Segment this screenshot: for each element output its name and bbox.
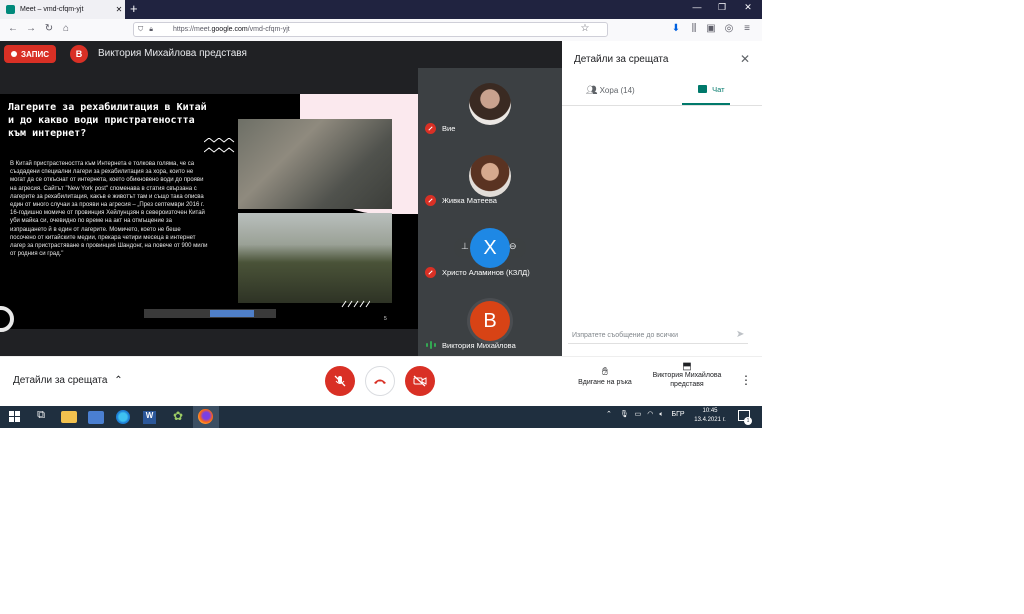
menu-icon[interactable]: ≡ (740, 20, 754, 38)
new-tab-button[interactable]: + (130, 2, 138, 16)
avatar: В (470, 301, 510, 341)
record-label: ЗАПИС (21, 49, 49, 59)
presenter-text: Виктория Михайлова представя (98, 48, 247, 59)
home-icon[interactable]: ⌂ (59, 20, 73, 38)
avatar (469, 155, 511, 197)
participant-name: Виктория Михайлова (442, 341, 516, 350)
edge-icon[interactable] (116, 410, 130, 424)
tab-people[interactable]: 👥︎ Хора (14) (586, 85, 635, 96)
leave-call-button[interactable] (365, 366, 395, 396)
tab-people-label: Хора (14) (599, 86, 635, 95)
slide-title: Лагерите за рехабилитация в Китай и до к… (8, 102, 207, 139)
close-icon[interactable]: ✕ (740, 52, 750, 66)
participant-name: Христо Аламинов (КЗЛД) (442, 268, 530, 277)
send-icon[interactable]: ➤ (736, 329, 744, 340)
present-screen-icon: ⬒ (682, 361, 692, 372)
record-dot-icon (11, 51, 18, 57)
app-leaf-icon[interactable]: ✿ (170, 409, 186, 425)
tab-close-icon[interactable]: ✕ (113, 5, 125, 14)
chat-icon (698, 85, 707, 93)
pin-icon[interactable]: ⊥ (461, 241, 469, 252)
reload-icon[interactable]: ↻ (42, 20, 56, 38)
language-indicator[interactable]: БГР (671, 411, 684, 418)
camera-off-icon (413, 375, 427, 387)
shield-icon: ⛉ (138, 25, 144, 33)
participant-name: Живка Матеева (442, 196, 497, 205)
notification-badge: 1 (744, 417, 752, 425)
presenting-button[interactable]: ⬒ Виктория Михайлова представя (645, 362, 729, 389)
slide-photo-camp-1 (238, 119, 392, 209)
zigzag-decor-icon (204, 138, 235, 153)
network-icon[interactable]: ▭ (635, 411, 642, 418)
browser-tab[interactable]: Meet – vmd-cfqm-yjt ✕ (0, 0, 125, 19)
hang-up-icon (374, 379, 386, 384)
volume-icon[interactable]: 🔈︎ (659, 411, 663, 418)
people-icon: 👥︎ (586, 85, 598, 95)
tab-chat-label: Чат (712, 85, 725, 94)
audio-level-icon (426, 341, 436, 349)
minimize-button[interactable]: — (686, 2, 708, 12)
url-bar[interactable]: ⛉ 🔒︎ https://meet.google.com/vmd-cfqm-yj… (133, 22, 608, 37)
taskbar-clock[interactable]: 10:45 13.4.2021 г. (690, 407, 730, 425)
meeting-details-button[interactable]: Детайли за срещата ⌃ (13, 375, 123, 386)
tab-chat[interactable]: Чат (698, 85, 725, 94)
chat-input[interactable]: Изпратете съобщение до всички (568, 326, 748, 344)
tray-mic-icon[interactable]: 🎙︎ (620, 411, 629, 418)
clock-date: 13.4.2021 г. (694, 417, 726, 423)
close-window-button[interactable]: ✕ (737, 2, 759, 13)
remove-icon[interactable]: ⊖ (509, 241, 517, 252)
stripes-decor-icon (341, 300, 370, 308)
chevron-up-icon: ⌃ (114, 375, 123, 386)
mic-off-icon (425, 267, 436, 278)
hand-icon: ✋︎ (601, 366, 609, 378)
raise-hand-button[interactable]: ✋︎ Вдигане на ръка (574, 366, 636, 386)
avatar (469, 83, 511, 125)
clock-time: 10:45 (702, 408, 718, 414)
presenter-avatar: В (70, 45, 88, 63)
avatar: Х (470, 228, 510, 268)
participant-name: Вие (442, 124, 456, 133)
firefox-icon[interactable] (198, 409, 213, 424)
slide-photo-camp-2 (238, 213, 392, 303)
task-view-icon[interactable]: ⧉ (33, 409, 49, 425)
panel-title: Детайли за срещата (574, 54, 669, 65)
mic-off-icon (425, 195, 436, 206)
forward-icon[interactable]: → (24, 20, 38, 38)
file-explorer-icon[interactable] (61, 411, 77, 423)
windows-start-icon[interactable] (9, 411, 20, 422)
mic-off-icon (425, 123, 436, 134)
slide-page-number: 5 (384, 316, 387, 322)
meet-favicon-icon (6, 5, 15, 14)
system-tray: ⌃ 🎙︎ ▭ ◠ 🔈︎ БГР (606, 410, 685, 419)
tray-expand-icon[interactable]: ⌃ (606, 411, 612, 418)
extension-icon[interactable]: ◎ (722, 20, 736, 38)
lock-icon: 🔒︎ (149, 25, 153, 33)
library-icon[interactable]: ⫼ (687, 20, 701, 38)
back-icon[interactable]: ← (6, 20, 20, 38)
url-text: https://meet.google.com/vmd-cfqm-yjt (172, 26, 290, 33)
slide-share-toolbar (144, 309, 276, 318)
more-options-icon[interactable]: ⋮ (740, 373, 752, 387)
sidebar-icon[interactable]: ▣ (704, 20, 718, 38)
wifi-icon[interactable]: ◠ (647, 411, 653, 418)
app-icon[interactable] (88, 411, 104, 424)
downloads-icon[interactable]: ⬇ (669, 20, 683, 38)
mic-toggle-button[interactable] (325, 366, 355, 396)
slide-body-text: В Китай пристрастеността към Интернета е… (10, 161, 208, 258)
maximize-button[interactable]: ❐ (711, 2, 733, 13)
tabs-divider (562, 105, 762, 106)
recording-badge[interactable]: ЗАПИС (4, 45, 56, 63)
word-icon[interactable]: W (143, 411, 156, 424)
raise-hand-label: Вдигане на ръка (578, 379, 632, 386)
presenting-label: Виктория Михайлова представя (652, 372, 722, 388)
bookmark-star-icon[interactable]: ☆ (578, 20, 592, 38)
mic-off-icon (334, 375, 346, 387)
tab-title: Meet – vmd-cfqm-yjt (20, 6, 84, 13)
camera-toggle-button[interactable] (405, 366, 435, 396)
meeting-details-label: Детайли за срещата (13, 375, 108, 386)
